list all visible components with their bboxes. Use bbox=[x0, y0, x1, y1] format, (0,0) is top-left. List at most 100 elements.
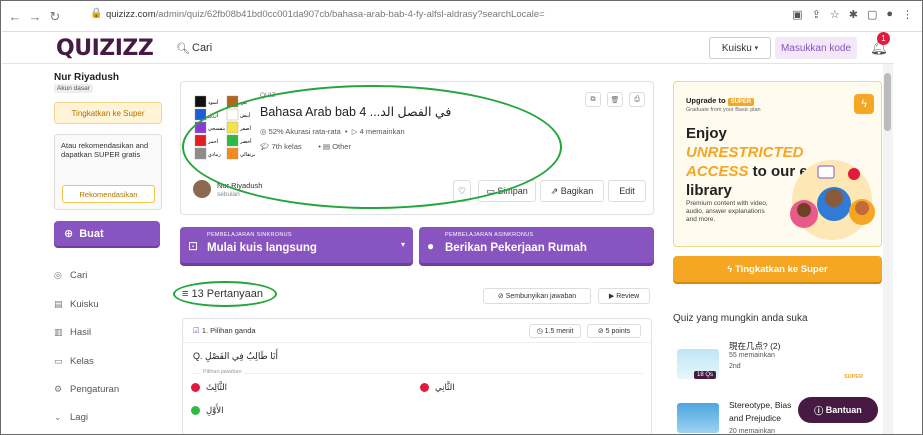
super-badge: SUPER bbox=[727, 98, 755, 106]
answer-option: الثَّانِي bbox=[420, 382, 455, 393]
presentation-icon: ⊡ bbox=[188, 239, 199, 253]
question-header: ☑ 1. Pilihan ganda ◷ 1.5 menit ⊘ 5 point… bbox=[183, 319, 651, 343]
search-bar[interactable]: 🔍︎ Cari bbox=[170, 34, 710, 62]
question-text: Q. أَنَا طَالِبٌ فِي الفَصْلِ bbox=[193, 351, 278, 361]
share-label: Bagikan bbox=[560, 186, 594, 196]
sidebar-item-label: Kuisku bbox=[70, 299, 99, 310]
sidebar-item-pengaturan[interactable]: ⚙ Pengaturan bbox=[54, 384, 119, 395]
upgrade-button[interactable]: Tingkatkan ke Super bbox=[54, 102, 162, 124]
recommend-button[interactable]: Rekomendasikan bbox=[62, 185, 155, 203]
sidebar-item-cari[interactable]: ◎ Cari bbox=[54, 270, 87, 281]
trash-icon[interactable]: 🗑︎ bbox=[607, 92, 623, 107]
library-icon: ▤ bbox=[54, 299, 63, 309]
quizizz-logo[interactable]: QUIZIZZ bbox=[56, 36, 154, 61]
question-circle-icon: ⓘ bbox=[814, 405, 826, 416]
sidebar-item-kelas[interactable]: ▭ Kelas bbox=[54, 356, 94, 367]
sync-label: PEMBELAJARAN SINKRONUS bbox=[207, 232, 292, 238]
review-label: Review bbox=[616, 292, 640, 300]
answer-option: الأَوَّلِ bbox=[191, 405, 224, 416]
hide-answers-button[interactable]: ⊘ Sembunyikan jawaban bbox=[483, 288, 591, 304]
extension-icon[interactable]: ✱ bbox=[849, 8, 858, 21]
super-promo-card[interactable]: Upgrade to SUPER Graduate from your Basic… bbox=[673, 81, 882, 247]
question-type: ☑ 1. Pilihan ganda bbox=[193, 326, 256, 335]
sync-title: Mulai kuis langsung bbox=[207, 242, 317, 254]
scrollbar-thumb[interactable] bbox=[884, 73, 891, 131]
promo-headline-1: Enjoy bbox=[686, 125, 727, 142]
url-path: /admin/quiz/62fb08b41bd0cc001da907cb/bah… bbox=[155, 9, 545, 20]
chevron-down-icon: ▾ bbox=[754, 45, 759, 52]
star-icon[interactable]: ☆ bbox=[830, 8, 840, 21]
copy-icon[interactable]: ⧉ bbox=[585, 92, 601, 107]
browser-window: ← → ↻ 🔒 quizizz.com/admin/quiz/62fb08b41… bbox=[0, 0, 923, 435]
recommended-quiz-title[interactable]: 現在几点? (2) bbox=[729, 340, 780, 352]
correct-dot bbox=[191, 406, 200, 415]
translate-icon[interactable]: ▣ bbox=[792, 8, 802, 21]
create-label: Buat bbox=[79, 227, 104, 240]
recommended-quiz-plays: 55 memainkan bbox=[729, 352, 775, 359]
plus-circle-icon: ⊕ bbox=[64, 228, 74, 240]
quiz-tools: ⧉ 🗑︎ ⎙ bbox=[585, 92, 645, 107]
lightning-icon: ϟ bbox=[727, 263, 735, 275]
search-input[interactable]: Cari bbox=[192, 42, 212, 54]
sidebar-item-label: Cari bbox=[70, 270, 88, 281]
address-bar[interactable]: quizizz.com/admin/quiz/62fb08b41bd0cc001… bbox=[106, 9, 545, 20]
create-button[interactable]: ⊕ Buat bbox=[54, 221, 160, 246]
share-icon[interactable]: ⇪ bbox=[812, 8, 821, 21]
browser-toolbar: ← → ↻ 🔒 quizizz.com/admin/quiz/62fb08b41… bbox=[2, 2, 922, 32]
promo-illustration bbox=[790, 160, 875, 240]
chevron-down-icon: ▾ bbox=[400, 240, 405, 249]
incorrect-dot bbox=[420, 383, 429, 392]
sidebar-item-hasil[interactable]: ▥ Hasil bbox=[54, 327, 91, 338]
recommend-heading: Quiz yang mungkin anda suka bbox=[673, 313, 808, 324]
gear-icon: ⚙ bbox=[54, 384, 63, 394]
promo-subtitle: Graduate from your Basic plan bbox=[686, 107, 761, 113]
annotation-ellipse bbox=[173, 281, 277, 307]
points-badge[interactable]: ⊘ 5 points bbox=[587, 324, 641, 338]
reload-icon[interactable]: ↻ bbox=[48, 9, 62, 25]
url-host: quizizz.com bbox=[106, 9, 156, 20]
review-button[interactable]: ▶ Review bbox=[598, 288, 650, 304]
async-label: PEMBELAJARAN ASINKRONUS bbox=[445, 232, 534, 238]
chart-icon: ▥ bbox=[54, 327, 63, 337]
account-type: Akun dasar bbox=[54, 84, 93, 93]
recommended-quiz-thumb[interactable] bbox=[677, 403, 719, 433]
answer-text: الثَّانِي bbox=[435, 382, 455, 392]
library-dropdown[interactable]: Kuisku ▾ bbox=[709, 37, 771, 59]
divider bbox=[193, 373, 643, 374]
sidebar-item-lagi[interactable]: ⌄ Lagi bbox=[54, 412, 88, 423]
menu-icon[interactable]: ⋮ bbox=[902, 8, 913, 21]
points-label: 5 points bbox=[605, 327, 631, 335]
back-icon[interactable]: ← bbox=[8, 9, 22, 24]
author-time: sebulan bbox=[217, 191, 240, 198]
print-icon[interactable]: ⎙ bbox=[629, 92, 645, 107]
recommended-quiz-grade: 2nd bbox=[729, 363, 741, 370]
live-quiz-button[interactable]: ⊡ PEMBELAJARAN SINKRONUS Mulai kuis lang… bbox=[180, 227, 413, 263]
upgrade-super-button[interactable]: ϟ Tingkatkan ke Super bbox=[673, 256, 882, 282]
recommend-text: Atau rekomendasikan and dapatkan SUPER g… bbox=[61, 141, 149, 159]
incorrect-dot bbox=[191, 383, 200, 392]
recommended-quiz-title[interactable]: Stereotype, Bias and Prejudice bbox=[729, 399, 799, 425]
recommended-quiz-plays: 20 memainkan bbox=[729, 428, 775, 435]
sidebar-item-label: Kelas bbox=[70, 356, 94, 367]
sidebar-item-label: Hasil bbox=[70, 327, 92, 338]
sidebar-item-kuisku[interactable]: ▤ Kuisku bbox=[54, 299, 99, 310]
forward-icon[interactable]: → bbox=[28, 9, 42, 24]
annotation-ellipse bbox=[182, 85, 562, 209]
enter-code-button[interactable]: Masukkan kode bbox=[775, 37, 857, 59]
sidepanel-icon[interactable]: ▢ bbox=[867, 8, 877, 21]
classes-icon: ▭ bbox=[54, 356, 63, 366]
share-button[interactable]: ⇗ Bagikan bbox=[540, 180, 604, 202]
lightning-icon: ϟ bbox=[854, 94, 874, 114]
edit-button[interactable]: Edit bbox=[608, 180, 646, 202]
question-count-badge: 18 Qs bbox=[694, 371, 717, 379]
time-label: 1.5 menit bbox=[544, 327, 574, 335]
help-button[interactable]: ⓘ Bantuan bbox=[798, 397, 878, 423]
homework-button[interactable]: ● PEMBELAJARAN ASINKRONUS Berikan Pekerj… bbox=[419, 227, 654, 263]
share-icon: ⇗ bbox=[550, 185, 561, 196]
author-avatar bbox=[193, 180, 211, 198]
clock-icon: ◷ bbox=[536, 328, 545, 335]
time-badge[interactable]: ◷ 1.5 menit bbox=[529, 324, 581, 338]
sidebar: Nur Riyadush Akun dasar Tingkatkan ke Su… bbox=[2, 64, 172, 434]
promo-upgrade-label: Upgrade to bbox=[686, 96, 726, 105]
profile-avatar[interactable]: ● bbox=[886, 8, 893, 21]
